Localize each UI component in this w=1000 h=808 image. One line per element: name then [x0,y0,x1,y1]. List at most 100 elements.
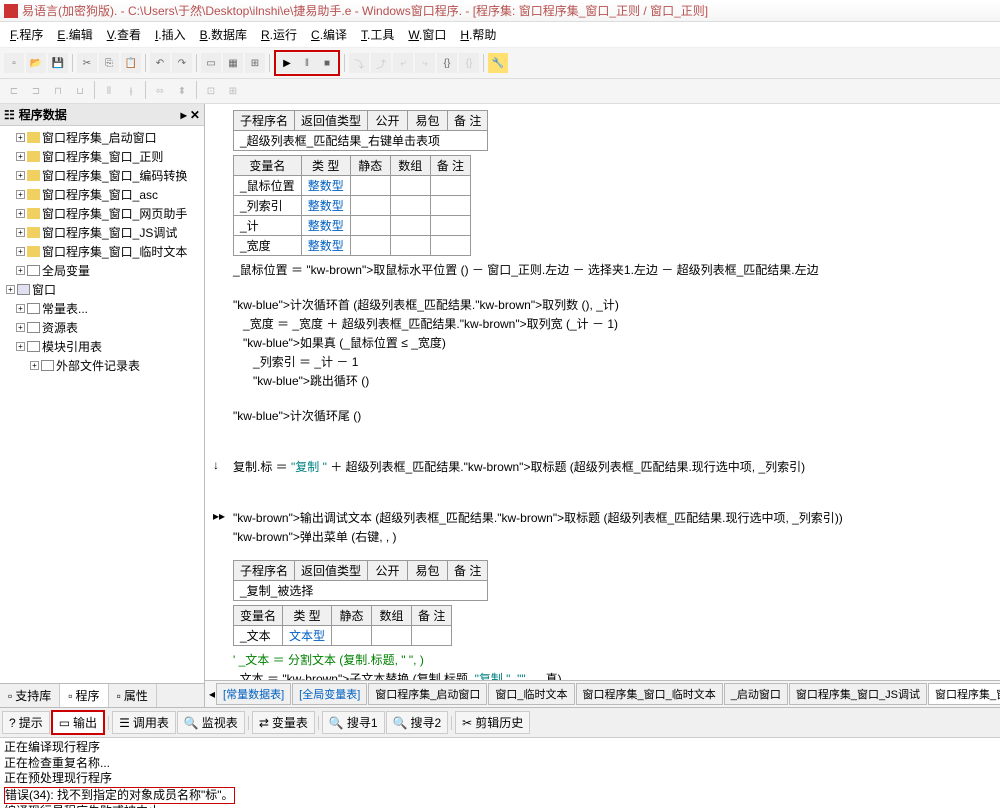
code-line[interactable] [233,390,998,406]
brace-icon[interactable]: {} [437,53,457,73]
tree-item[interactable]: +窗口 [2,280,202,299]
tree-item[interactable]: +资源表 [2,318,202,337]
bottom-tab[interactable]: 🔍搜寻1 [322,711,385,734]
tree-toggle-icon[interactable]: + [6,285,15,294]
code-line[interactable] [233,425,998,441]
tree-toggle-icon[interactable]: + [16,133,25,142]
window-icon[interactable]: ▭ [201,53,221,73]
code-line[interactable] [233,441,998,457]
title-text: 易语言(加密狗版). - C:\Users\于然\Desktop\ilnshi\… [22,2,708,19]
code-line[interactable]: _宽度 ＝ _宽度 ＋ 超级列表框_匹配结果."kw-brown">取列宽 (_… [233,314,998,333]
tree-item[interactable]: +常量表... [2,299,202,318]
menu-item[interactable]: R.运行 [255,24,303,45]
pause-icon[interactable]: ‖ [297,53,317,73]
tree-toggle-icon[interactable]: + [16,190,25,199]
tree-item[interactable]: +窗口程序集_窗口_正则 [2,147,202,166]
cut-icon[interactable]: ✂ [77,53,97,73]
tool-icon[interactable]: 🔧 [488,53,508,73]
menu-item[interactable]: H.帮助 [454,24,502,45]
tree-item[interactable]: +窗口程序集_窗口_临时文本 [2,242,202,261]
doc-tab[interactable]: 窗口程序集_窗口_临时文本 [576,683,723,705]
bottom-tab[interactable]: 🔍搜寻2 [386,711,449,734]
run-icon[interactable]: ▶ [277,53,297,73]
open-icon[interactable]: 📂 [26,53,46,73]
tree-toggle-icon[interactable]: + [16,266,25,275]
redo-icon[interactable]: ↷ [172,53,192,73]
tree-item[interactable]: +全局变量 [2,261,202,280]
code-line[interactable] [233,492,998,508]
copy-icon[interactable]: ⎘ [99,53,119,73]
code-line[interactable] [233,476,998,492]
doc-tab[interactable]: 窗口程序集_窗口_JS调试 [789,683,927,705]
step4-icon[interactable]: ⤷ [415,53,435,73]
project-tree[interactable]: +窗口程序集_启动窗口+窗口程序集_窗口_正则+窗口程序集_窗口_编码转换+窗口… [0,126,204,683]
tree-item[interactable]: +窗口程序集_窗口_JS调试 [2,223,202,242]
new-icon[interactable]: ▫ [4,53,24,73]
code-line[interactable]: "kw-brown">弹出菜单 (右键, , ) [233,527,998,546]
doc-tab[interactable]: 窗口程序集_启动窗口 [368,683,487,705]
bottom-tab[interactable]: ⇄变量表 [252,711,315,734]
doc-tab[interactable]: _启动窗口 [724,683,788,705]
side-tab[interactable]: ▫程序 [60,684,108,707]
step2-icon[interactable]: ⤴ [371,53,391,73]
grid-icon[interactable]: ⊞ [245,53,265,73]
menu-item[interactable]: W.窗口 [402,24,452,45]
bottom-tab[interactable]: 🔍监视表 [177,711,245,734]
menu-item[interactable]: B.数据库 [194,24,253,45]
tree-toggle-icon[interactable]: + [16,228,25,237]
bottom-tab[interactable]: ▭输出 [51,710,105,735]
tree-toggle-icon[interactable]: + [16,323,25,332]
step-icon[interactable]: ⤵ [349,53,369,73]
tree-toggle-icon[interactable]: + [16,152,25,161]
output-area[interactable]: 正在编译现行程序正在检查重复名称...正在预处理现行程序错误(34): 找不到指… [0,738,1000,808]
doc-tab[interactable]: [常量数据表] [216,683,291,705]
code-line[interactable]: ' _文本 ＝ 分割文本 (复制.标题, " ", ) [233,650,998,669]
bottom-tab[interactable]: ☰调用表 [112,711,176,734]
doc-tab[interactable]: 窗口_临时文本 [488,683,574,705]
tree-item[interactable]: +窗口程序集_窗口_网页助手 [2,204,202,223]
tree-item[interactable]: +窗口程序集_启动窗口 [2,128,202,147]
tree-item[interactable]: +窗口程序集_窗口_编码转换 [2,166,202,185]
doc-tab[interactable]: 窗口程序集_窗口_正则 [928,683,1000,705]
form-icon[interactable]: ▦ [223,53,243,73]
code-line[interactable]: "kw-blue">计次循环尾 () [233,406,998,425]
bottom-tab[interactable]: ✂剪辑历史 [455,711,530,734]
save-icon[interactable]: 💾 [48,53,68,73]
code-line[interactable] [233,279,998,295]
code-content[interactable]: 子程序名返回值类型公开易包备 注_超级列表框_匹配结果_右键单击表项 变量名类 … [205,104,1000,680]
step3-icon[interactable]: ⤶ [393,53,413,73]
menu-item[interactable]: F.程序 [4,24,49,45]
code-line[interactable]: _文本 ＝ "kw-brown">子文本替换 (复制.标题, "复制 ", ""… [233,669,998,680]
bottom-tab[interactable]: ?提示 [2,711,50,734]
code-line[interactable]: "kw-blue">计次循环首 (超级列表框_匹配结果."kw-brown">取… [233,295,998,314]
tree-item[interactable]: +模块引用表 [2,337,202,356]
code-line[interactable]: "kw-blue">跳出循环 () [233,371,998,390]
tree-toggle-icon[interactable]: + [16,304,25,313]
code-line[interactable]: ▸▸"kw-brown">输出调试文本 (超级列表框_匹配结果."kw-brow… [233,508,998,527]
menu-item[interactable]: I.插入 [149,24,192,45]
tree-item[interactable]: +外部文件记录表 [2,356,202,375]
tree-toggle-icon[interactable]: + [16,171,25,180]
menu-item[interactable]: C.编译 [305,24,353,45]
sidebar-controls[interactable]: ▸ ✕ [181,108,200,122]
undo-icon[interactable]: ↶ [150,53,170,73]
tree-item[interactable]: +窗口程序集_窗口_asc [2,185,202,204]
tree-toggle-icon[interactable]: + [16,247,25,256]
menu-item[interactable]: V.查看 [101,24,147,45]
side-tab[interactable]: ▫支持库 [0,684,60,707]
code-line[interactable]: _鼠标位置 ＝ "kw-brown">取鼠标水平位置 () － 窗口_正则.左边… [233,260,998,279]
tree-toggle-icon[interactable]: + [30,361,39,370]
code-line[interactable]: _列索引 ＝ _计 － 1 [233,352,998,371]
code-line[interactable]: "kw-blue">如果真 (_鼠标位置 ≤ _宽度) [233,333,998,352]
tab-nav-left[interactable]: ◂ [209,687,215,701]
paste-icon[interactable]: 📋 [121,53,141,73]
doc-tab[interactable]: [全局变量表] [292,683,367,705]
code-line[interactable]: ↓复制.标 ＝ "复制 " ＋ 超级列表框_匹配结果."kw-brown">取标… [233,457,998,476]
tree-toggle-icon[interactable]: + [16,342,25,351]
stop-icon[interactable]: ■ [317,53,337,73]
brace2-icon[interactable]: {} [459,53,479,73]
menu-item[interactable]: E.编辑 [51,24,98,45]
tree-toggle-icon[interactable]: + [16,209,25,218]
side-tab[interactable]: ▫属性 [109,684,157,707]
menu-item[interactable]: T.工具 [355,24,400,45]
